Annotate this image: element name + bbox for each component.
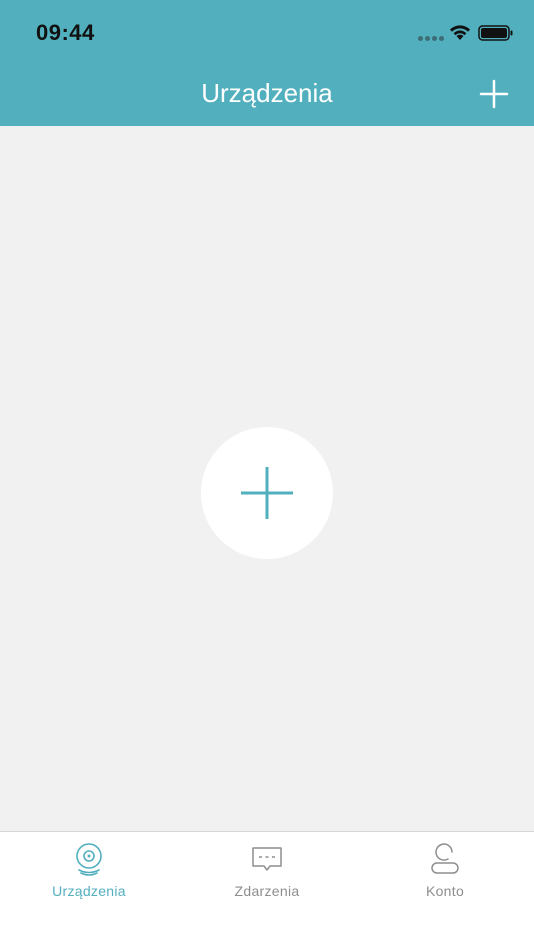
add-device-button[interactable]	[478, 78, 510, 110]
add-device-circle-button[interactable]	[201, 427, 333, 559]
tab-events[interactable]: Zdarzenia	[178, 832, 356, 950]
tab-devices-label: Urządzenia	[52, 883, 126, 899]
tab-bar: Urządzenia Zdarzenia Konto	[0, 831, 534, 950]
camera-icon	[76, 843, 102, 876]
plus-icon	[241, 467, 293, 519]
tab-events-label: Zdarzenia	[234, 883, 300, 899]
tab-devices[interactable]: Urządzenia	[0, 832, 178, 950]
tab-account-label: Konto	[425, 883, 465, 899]
cellular-signal-icon	[418, 36, 444, 42]
message-icon	[252, 847, 282, 871]
page-title: Urządzenia	[201, 78, 333, 108]
status-time: 09:44	[36, 20, 95, 45]
tab-account[interactable]: Konto	[356, 832, 534, 950]
status-bar: 09:44	[0, 0, 534, 66]
header-bar: 09:44 Urządzenia	[0, 0, 534, 126]
wifi-icon	[450, 25, 470, 40]
person-icon	[431, 843, 459, 874]
battery-icon	[478, 25, 513, 41]
device-list-empty	[0, 126, 534, 831]
